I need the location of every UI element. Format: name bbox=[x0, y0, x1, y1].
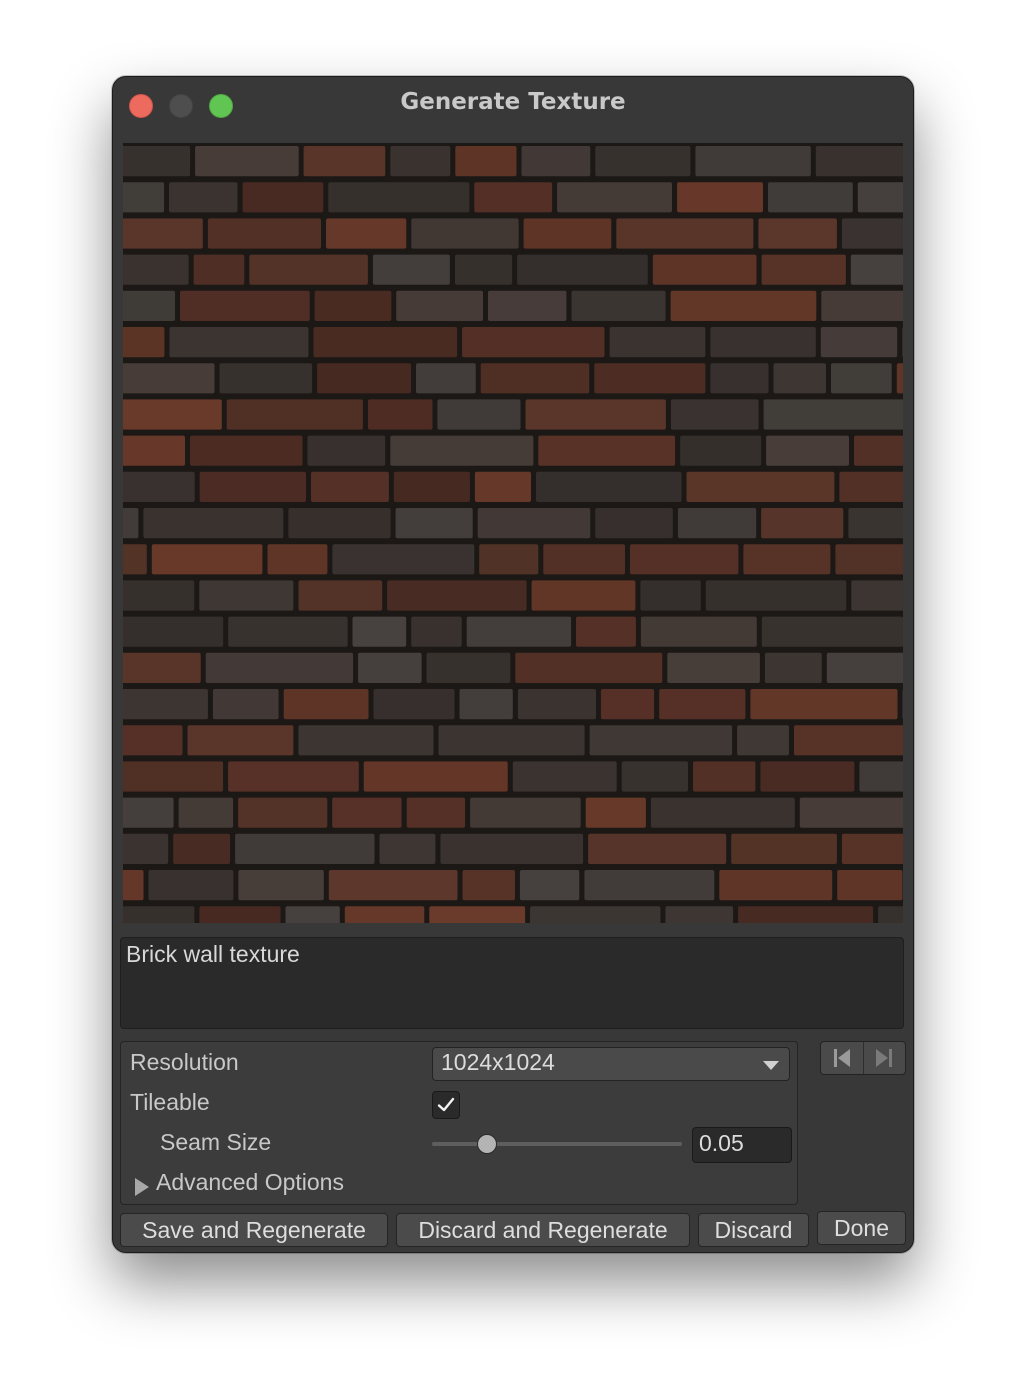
skip-to-first-icon bbox=[833, 1049, 850, 1067]
tileable-label: Tileable bbox=[130, 1089, 210, 1115]
seam-size-field[interactable]: 0.05 bbox=[692, 1127, 792, 1163]
skip-to-last-icon bbox=[876, 1049, 893, 1067]
discard-and-regenerate-button[interactable]: Discard and Regenerate bbox=[396, 1213, 690, 1247]
brick-wall-texture-image bbox=[123, 143, 903, 923]
discard-button[interactable]: Discard bbox=[698, 1213, 809, 1247]
chevron-down-icon bbox=[763, 1061, 779, 1070]
seam-size-slider-track[interactable] bbox=[432, 1142, 682, 1146]
save-and-regenerate-button[interactable]: Save and Regenerate bbox=[120, 1213, 388, 1247]
generate-texture-window: Generate Texture Brick wall texture Reso… bbox=[112, 76, 914, 1253]
seam-size-label: Seam Size bbox=[160, 1129, 272, 1155]
tileable-checkbox[interactable] bbox=[432, 1091, 460, 1119]
resolution-dropdown[interactable]: 1024x1024 bbox=[432, 1047, 790, 1081]
resolution-value: 1024x1024 bbox=[441, 1049, 555, 1075]
previous-result-button[interactable] bbox=[821, 1042, 863, 1074]
seam-size-slider-thumb[interactable] bbox=[477, 1134, 497, 1154]
window-title: Generate Texture bbox=[400, 89, 626, 115]
title-bar: Generate Texture bbox=[113, 77, 913, 133]
disclosure-triangle-icon[interactable] bbox=[135, 1178, 149, 1196]
prompt-text-area[interactable]: Brick wall texture bbox=[120, 937, 904, 1029]
next-result-button[interactable] bbox=[862, 1042, 906, 1074]
history-navigation bbox=[820, 1041, 906, 1075]
texture-preview bbox=[123, 143, 903, 923]
settings-panel: Resolution 1024x1024 Tileable Seam Size … bbox=[120, 1041, 798, 1205]
checkmark-icon bbox=[437, 1097, 455, 1112]
advanced-options-label[interactable]: Advanced Options bbox=[156, 1169, 344, 1196]
done-button[interactable]: Done bbox=[817, 1211, 906, 1245]
resolution-label: Resolution bbox=[130, 1049, 239, 1075]
